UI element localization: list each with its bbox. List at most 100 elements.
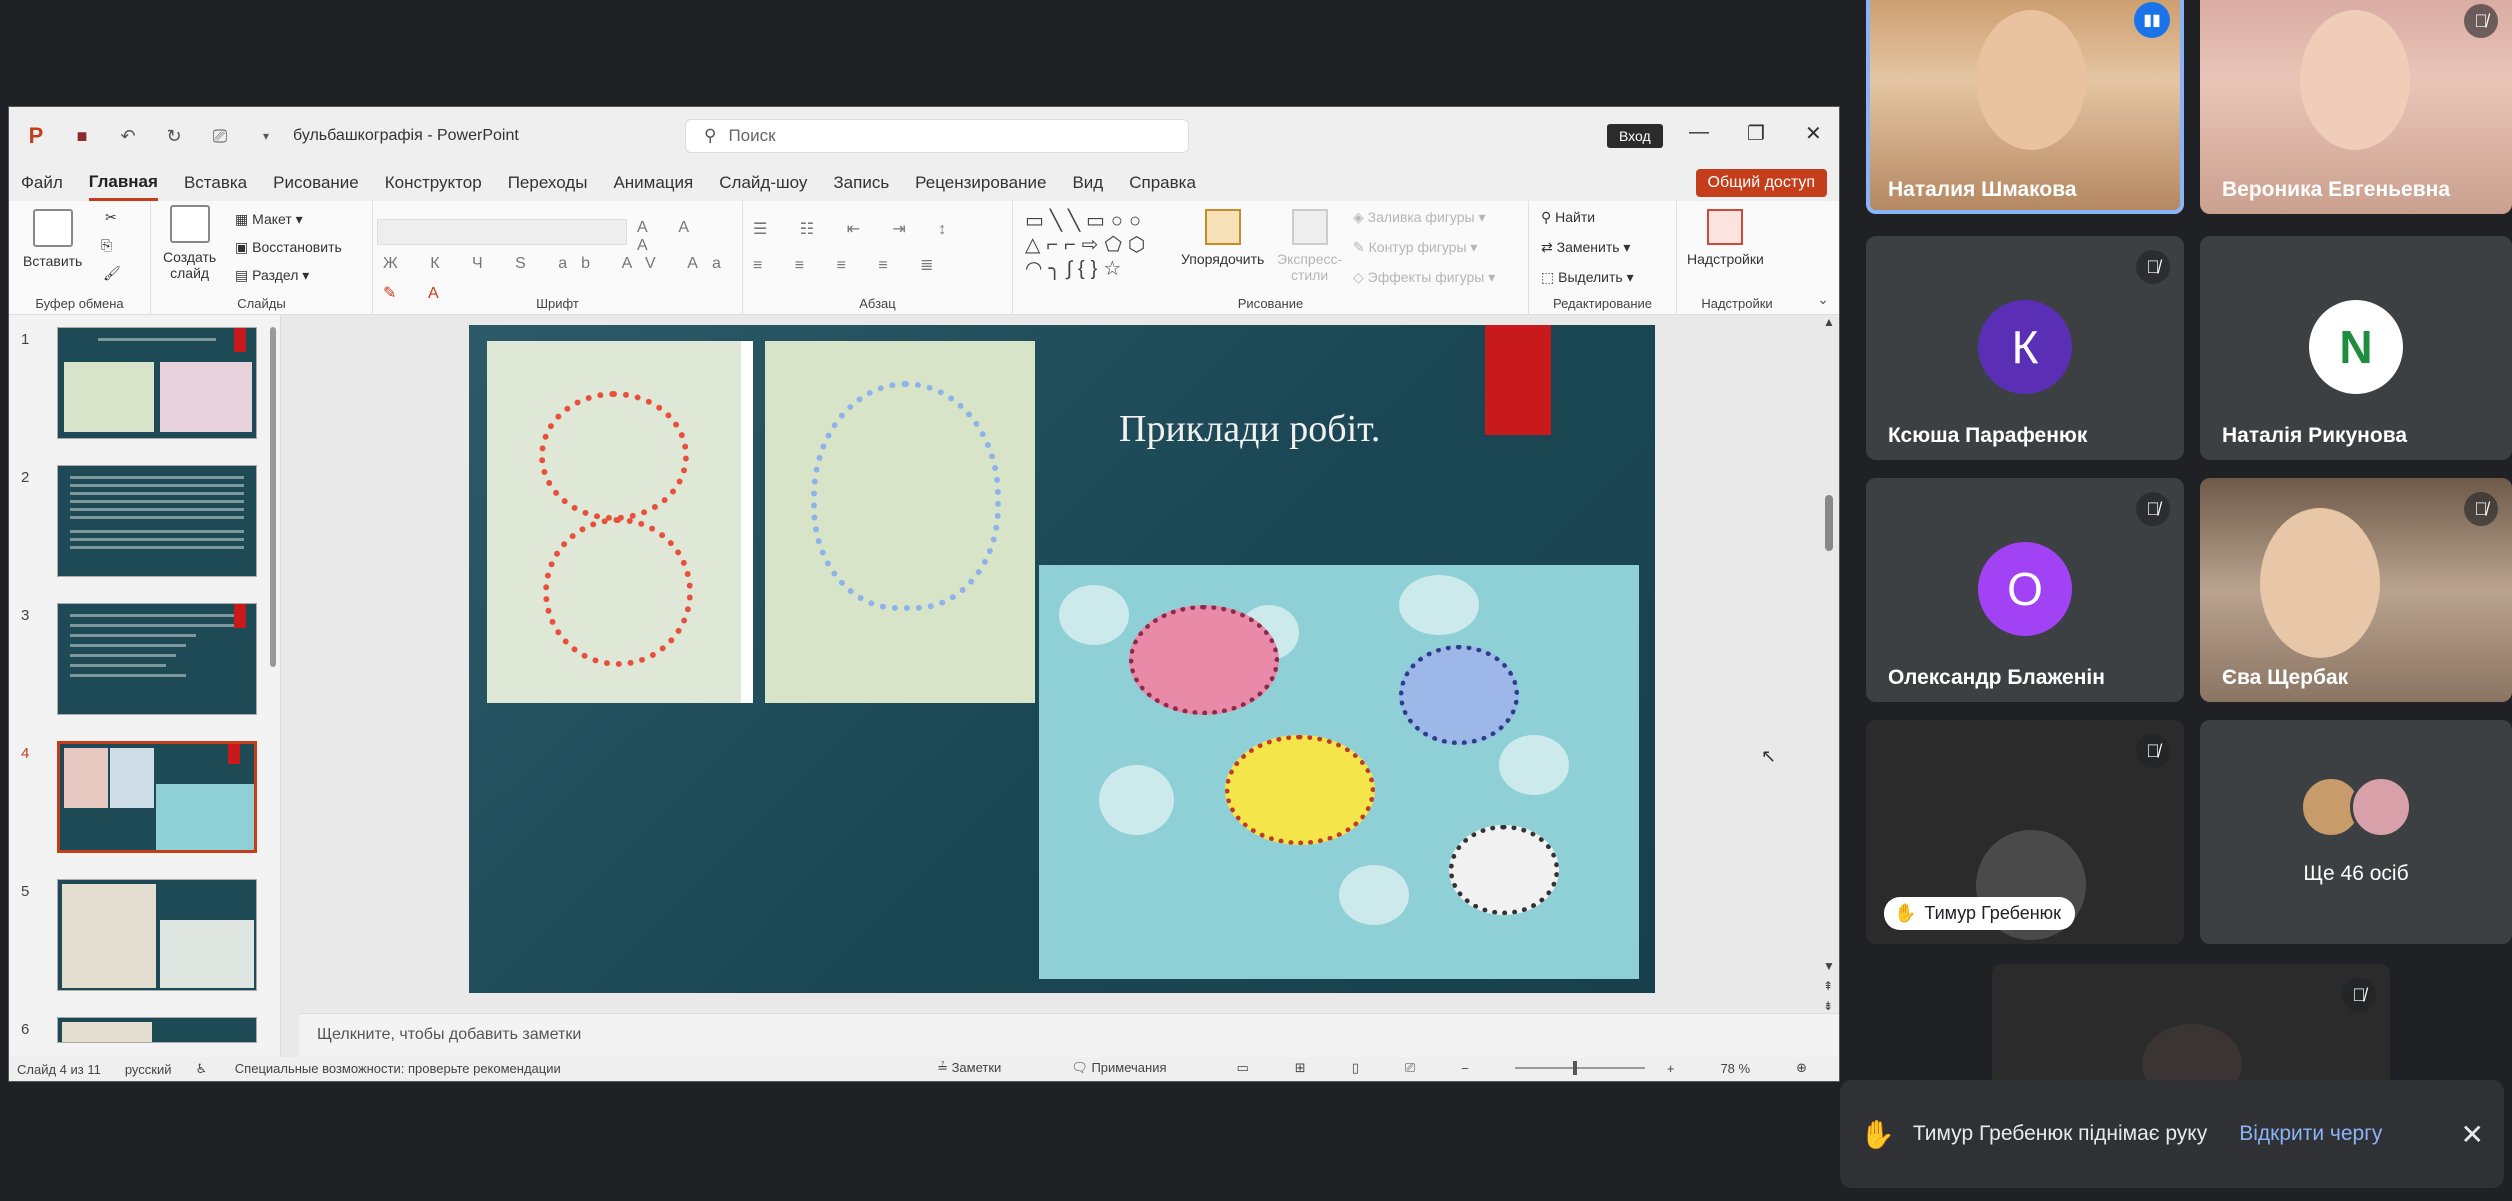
slideshow-view-icon[interactable]: ⎚ <box>1405 1060 1415 1076</box>
tab-insert[interactable]: Вставка <box>184 167 247 199</box>
shapes-gallery[interactable]: ▭╲╲▭○○ △⌐⌐⇨⬠⬡ ◠╮∫{}☆ <box>1025 209 1175 289</box>
participant-tile[interactable]: О 🎙̸ Олександр Блаженін <box>1866 478 2184 702</box>
section-button[interactable]: ▤ Раздел ▾ <box>235 267 309 284</box>
tab-help[interactable]: Справка <box>1129 167 1196 199</box>
accessibility-status[interactable]: ♿ Специальные возможности: проверьте рек… <box>196 1061 585 1077</box>
slide-title[interactable]: Приклади робіт. <box>1119 407 1380 451</box>
slide-sorter-icon[interactable]: ⊞ <box>1295 1060 1306 1076</box>
thumbnail-slide-4[interactable]: 4 <box>17 741 267 859</box>
paste-button[interactable]: Вставить <box>23 209 82 269</box>
next-slide-icon[interactable]: ⇟ <box>1823 999 1833 1013</box>
fit-to-window-icon[interactable]: ⊕ <box>1796 1060 1807 1076</box>
normal-view-icon[interactable]: ▭ <box>1237 1060 1249 1076</box>
mic-off-icon: 🎙̸ <box>2342 978 2376 1012</box>
collapse-ribbon-icon[interactable]: ⌄ <box>1817 291 1829 308</box>
current-slide[interactable]: Приклади робіт. <box>469 325 1655 993</box>
previous-slide-icon[interactable]: ⇞ <box>1823 979 1833 993</box>
tab-home[interactable]: Главная <box>88 166 158 201</box>
close-icon[interactable]: ✕ <box>2461 1118 2484 1151</box>
signin-button[interactable]: Вход <box>1607 124 1663 148</box>
group-editing-label: Редактирование <box>1552 296 1653 311</box>
yellow-fish <box>1225 735 1375 845</box>
open-queue-button[interactable]: Відкрити чергу <box>2239 1122 2382 1146</box>
accessibility-label: Специальные возможности: проверьте реком… <box>234 1061 561 1076</box>
shape-effects-button[interactable]: ◇ Эффекты фигуры ▾ <box>1353 269 1495 286</box>
addins-icon <box>1707 209 1744 245</box>
new-slide-icon <box>169 205 210 243</box>
more-participants-label: Ще 46 осіб <box>2303 862 2409 885</box>
tab-animations[interactable]: Анимация <box>613 167 693 199</box>
font-format-buttons[interactable]: Ж К Ч S ab AV Aa <box>383 255 735 273</box>
addins-button[interactable]: Надстройки <box>1687 209 1764 267</box>
participant-tile[interactable]: ▮▮ Наталия Шмакова <box>1866 0 2184 214</box>
participant-tile[interactable]: 🎙̸ Єва Щербак <box>2200 478 2512 702</box>
participant-tile[interactable]: К 🎙̸ Ксюша Парафенюк <box>1866 236 2184 460</box>
alignment-buttons[interactable]: ≡ ≡ ≡ ≡ ≣ <box>753 255 948 275</box>
replace-button[interactable]: ⇄ Заменить ▾ <box>1541 239 1630 256</box>
close-window-icon[interactable]: ✕ <box>1805 121 1822 146</box>
comments-toggle[interactable]: 🗨 Примечания <box>1071 1060 1190 1076</box>
thumbnails-scroll-thumb[interactable] <box>270 327 276 667</box>
participant-tile[interactable]: N Наталія Рикунова <box>2200 236 2512 460</box>
notes-toggle[interactable]: ≟ Заметки <box>937 1060 1025 1076</box>
zoom-out-icon[interactable]: − <box>1461 1061 1469 1076</box>
thumbnail-slide-2[interactable]: 2 <box>17 465 267 583</box>
language-indicator[interactable]: русский <box>125 1062 172 1077</box>
participant-tile[interactable]: 🎙̸ Вероника Евгеньевна <box>2200 0 2512 214</box>
redo-icon[interactable]: ↻ <box>161 123 187 149</box>
tab-file[interactable]: Файл <box>21 167 63 199</box>
more-participants-tile[interactable]: Ще 46 осіб <box>2200 720 2512 944</box>
layout-button[interactable]: ▦ Макет ▾ <box>235 211 303 228</box>
save-icon[interactable]: ■ <box>69 123 95 149</box>
reset-button[interactable]: ▣ Восстановить <box>235 239 342 256</box>
font-size-buttons[interactable]: A A A <box>637 219 742 255</box>
thumbnail-slide-5[interactable]: 5 <box>17 879 267 997</box>
customize-quick-access-icon[interactable]: ▾ <box>253 123 279 149</box>
tab-draw[interactable]: Рисование <box>273 167 359 199</box>
slide-scrollbar[interactable]: ▲ ▼ ⇞ ⇟ <box>1823 315 1837 1013</box>
participant-name: Наталія Рикунова <box>2222 424 2408 447</box>
share-button[interactable]: Общий доступ <box>1695 169 1827 197</box>
participant-video <box>2300 10 2410 150</box>
restore-icon[interactable]: ❐ <box>1747 121 1765 146</box>
thumbnail-slide-1[interactable]: 1 <box>17 327 267 445</box>
thumbnail-number: 2 <box>21 469 30 486</box>
scroll-down-icon[interactable]: ▼ <box>1823 959 1835 973</box>
tab-review[interactable]: Рецензирование <box>915 167 1046 199</box>
select-button[interactable]: ⬚ Выделить ▾ <box>1541 269 1634 286</box>
copy-icon[interactable]: ⎘ <box>101 237 112 254</box>
slide-counter: Слайд 4 из 11 <box>17 1061 101 1077</box>
zoom-level[interactable]: 78 % <box>1720 1061 1750 1076</box>
find-button[interactable]: ⚲ Найти <box>1541 209 1595 226</box>
thumbnail-number: 6 <box>21 1021 30 1038</box>
participant-tile[interactable]: 🎙̸ <box>1992 964 2390 1080</box>
format-painter-icon[interactable]: 🖌 <box>103 265 121 282</box>
tab-transitions[interactable]: Переходы <box>508 167 588 199</box>
search-input[interactable]: ⚲ Поиск <box>685 119 1189 153</box>
minimize-icon[interactable]: — <box>1689 121 1709 144</box>
arrange-label: Упорядочить <box>1181 251 1265 267</box>
shape-outline-button[interactable]: ✎ Контур фигуры ▾ <box>1353 239 1477 256</box>
presentation-icon[interactable]: ⎚ <box>207 123 233 149</box>
notes-pane[interactable]: Щелкните, чтобы добавить заметки <box>299 1013 1839 1057</box>
scroll-up-icon[interactable]: ▲ <box>1823 315 1835 329</box>
tab-record[interactable]: Запись <box>833 167 889 199</box>
reading-view-icon[interactable]: ▯ <box>1352 1060 1359 1076</box>
participant-tile[interactable]: 🎙̸ ✋ Тимур Гребенюк <box>1866 720 2184 944</box>
slide-scroll-thumb[interactable] <box>1825 495 1833 551</box>
tab-design[interactable]: Конструктор <box>385 167 482 199</box>
font-name-box[interactable] <box>377 219 627 245</box>
zoom-in-icon[interactable]: + <box>1667 1061 1675 1076</box>
zoom-slider[interactable] <box>1514 1061 1645 1075</box>
arrange-button[interactable]: Упорядочить <box>1181 209 1264 267</box>
undo-icon[interactable]: ↶ <box>115 123 141 149</box>
cut-icon[interactable]: ✂ <box>105 209 117 226</box>
shape-fill-button[interactable]: ◈ Заливка фигуры ▾ <box>1353 209 1486 226</box>
tab-view[interactable]: Вид <box>1072 167 1103 199</box>
new-slide-button[interactable]: Создать слайд <box>163 205 216 281</box>
quick-styles-button[interactable]: Экспресс- стили <box>1277 209 1342 283</box>
thumbnail-slide-3[interactable]: 3 <box>17 603 267 721</box>
thumbnails-scrollbar[interactable] <box>268 315 278 1057</box>
tab-slideshow[interactable]: Слайд-шоу <box>719 167 807 199</box>
list-buttons[interactable]: ☰ ☷ ⇤ ⇥ ↕ <box>753 219 960 239</box>
